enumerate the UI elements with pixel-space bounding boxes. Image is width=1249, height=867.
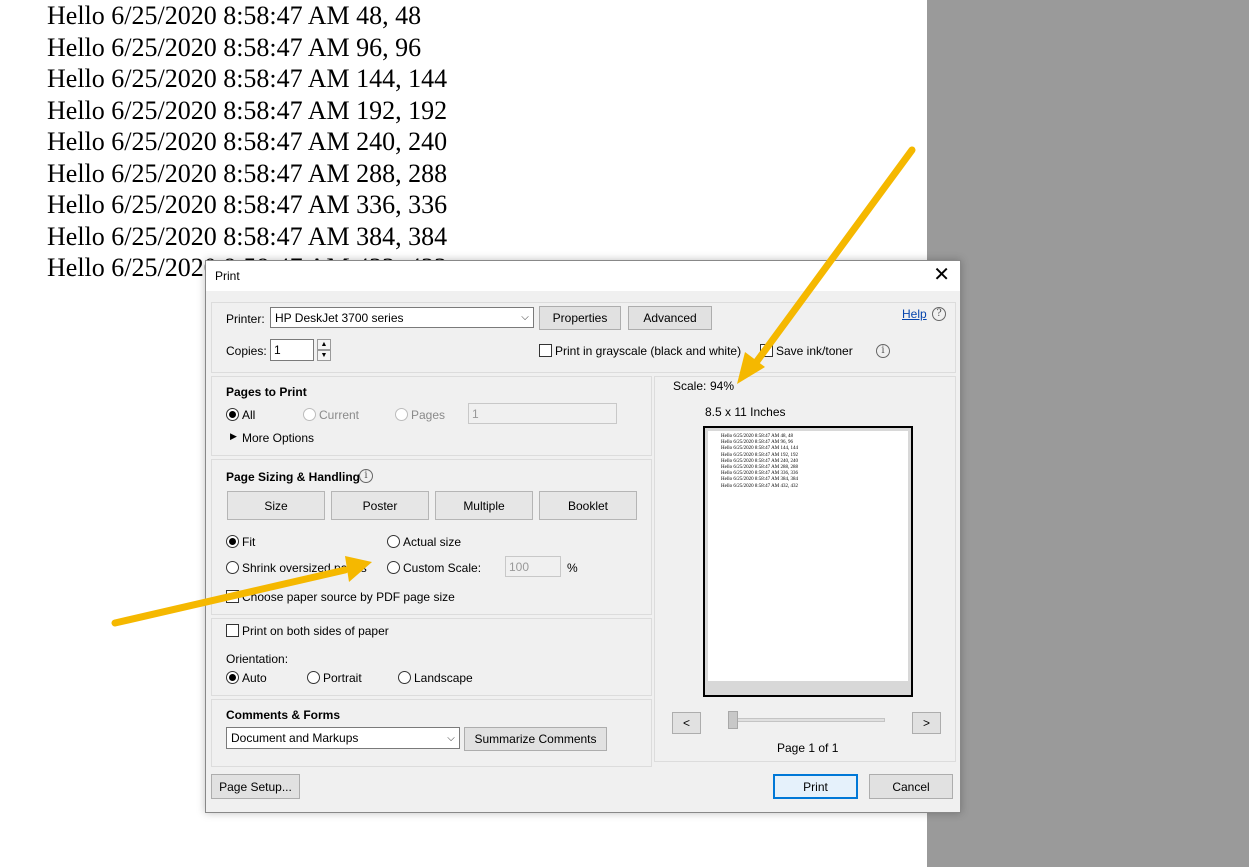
copies-spinner[interactable]: ▲ ▼ bbox=[317, 339, 331, 361]
save-ink-label: Save ink/toner bbox=[776, 344, 853, 358]
help-icon[interactable]: ? bbox=[932, 307, 946, 321]
page-sizing-heading: Page Sizing & Handling bbox=[226, 470, 361, 484]
actual-size-label: Actual size bbox=[403, 535, 462, 549]
orientation-landscape-radio[interactable] bbox=[398, 671, 411, 684]
preview-line: Hello 6/25/2020 8:58:47 AM 192, 192 bbox=[721, 452, 798, 458]
all-pages-radio[interactable] bbox=[226, 408, 239, 421]
save-ink-checkbox[interactable] bbox=[760, 344, 773, 357]
comments-forms-panel: Comments & Forms Document and Markups ⌵ … bbox=[211, 699, 652, 767]
page-indicator: Page 1 of 1 bbox=[777, 741, 839, 755]
two-sided-checkbox[interactable] bbox=[226, 624, 239, 637]
page-slider-track[interactable] bbox=[728, 718, 885, 722]
current-page-label: Current bbox=[319, 408, 360, 422]
pages-to-print-heading: Pages to Print bbox=[226, 385, 307, 399]
page-slider-thumb[interactable] bbox=[728, 711, 738, 729]
fit-radio[interactable] bbox=[226, 535, 239, 548]
pages-range-input[interactable]: 1 bbox=[468, 403, 617, 424]
paper-source-checkbox[interactable] bbox=[226, 590, 239, 603]
current-page-radio[interactable] bbox=[303, 408, 316, 421]
paper-size-label: 8.5 x 11 Inches bbox=[705, 405, 786, 419]
summarize-comments-button[interactable]: Summarize Comments bbox=[464, 727, 607, 751]
pages-range-radio[interactable] bbox=[395, 408, 408, 421]
viewer-background bbox=[927, 0, 1249, 867]
size-tab-button[interactable]: Size bbox=[227, 491, 325, 520]
comments-forms-heading: Comments & Forms bbox=[226, 708, 341, 722]
copies-input[interactable]: 1 bbox=[270, 339, 314, 361]
printer-selected-value: HP DeskJet 3700 series bbox=[275, 310, 404, 325]
pages-range-label: Pages bbox=[411, 408, 446, 422]
preview-content: Hello 6/25/2020 8:58:47 AM 48, 48 Hello … bbox=[721, 434, 798, 490]
preview-panel: Scale: 94% 8.5 x 11 Inches Hello 6/25/20… bbox=[654, 376, 956, 762]
document-line: Hello 6/25/2020 8:58:47 AM 144, 144 bbox=[47, 64, 448, 93]
preview-line: Hello 6/25/2020 8:58:47 AM 144, 144 bbox=[721, 446, 798, 452]
custom-scale-label: Custom Scale: bbox=[403, 561, 482, 575]
advanced-button[interactable]: Advanced bbox=[628, 306, 712, 330]
document-line: Hello 6/25/2020 8:58:47 AM 240, 240 bbox=[47, 127, 448, 156]
document-line: Hello 6/25/2020 8:58:47 AM 48, 48 bbox=[47, 1, 422, 30]
document-line: Hello 6/25/2020 8:58:47 AM 288, 288 bbox=[47, 158, 448, 188]
grayscale-label: Print in grayscale (black and white) bbox=[555, 344, 742, 358]
scale-value: 94% bbox=[710, 379, 735, 393]
all-pages-label: All bbox=[242, 408, 256, 422]
orientation-auto-label: Auto bbox=[242, 671, 267, 685]
preview-line: Hello 6/25/2020 8:58:47 AM 384, 384 bbox=[721, 477, 798, 483]
cancel-button[interactable]: Cancel bbox=[869, 774, 953, 799]
comments-forms-select[interactable]: Document and Markups ⌵ bbox=[226, 727, 460, 749]
paper-source-label: Choose paper source by PDF page size bbox=[242, 590, 455, 604]
fit-label: Fit bbox=[242, 535, 256, 549]
print-button[interactable]: Print bbox=[773, 774, 858, 799]
shrink-oversized-radio[interactable] bbox=[226, 561, 239, 574]
grayscale-checkbox[interactable] bbox=[539, 344, 552, 357]
preview-page: Hello 6/25/2020 8:58:47 AM 48, 48 Hello … bbox=[708, 431, 908, 681]
more-options-link[interactable]: More Options bbox=[242, 431, 314, 445]
actual-size-radio[interactable] bbox=[387, 535, 400, 548]
document-line: Hello 6/25/2020 8:58:47 AM 96, 96 bbox=[47, 32, 422, 62]
custom-scale-radio[interactable] bbox=[387, 561, 400, 574]
previous-page-button[interactable]: < bbox=[672, 712, 701, 734]
info-icon[interactable]: i bbox=[876, 344, 890, 358]
document-content: Hello 6/25/2020 8:58:47 AM 48, 48 Hello … bbox=[47, 0, 447, 284]
preview-line: Hello 6/25/2020 8:58:47 AM 432, 432 bbox=[721, 483, 798, 489]
comments-forms-selected-value: Document and Markups bbox=[231, 731, 359, 745]
spinner-up-icon[interactable]: ▲ bbox=[317, 339, 331, 350]
scale-label: Scale: bbox=[673, 379, 707, 393]
booklet-tab-button[interactable]: Booklet bbox=[539, 491, 637, 520]
expand-triangle-icon[interactable]: ▶ bbox=[230, 431, 237, 442]
copies-label: Copies: bbox=[226, 344, 267, 358]
dialog-titlebar: Print ✕ bbox=[206, 261, 960, 291]
shrink-oversized-label: Shrink oversized pages bbox=[242, 561, 367, 575]
info-icon[interactable]: i bbox=[359, 469, 373, 483]
two-sided-label: Print on both sides of paper bbox=[242, 624, 389, 638]
spinner-down-icon[interactable]: ▼ bbox=[317, 350, 331, 361]
print-dialog: Print ✕ Printer: HP DeskJet 3700 series … bbox=[205, 260, 961, 813]
orientation-portrait-label: Portrait bbox=[323, 671, 362, 685]
properties-button[interactable]: Properties bbox=[539, 306, 621, 330]
orientation-landscape-label: Landscape bbox=[414, 671, 473, 685]
dialog-title: Print bbox=[215, 269, 240, 283]
poster-tab-button[interactable]: Poster bbox=[331, 491, 429, 520]
percent-label: % bbox=[567, 561, 578, 575]
dropdown-arrow-icon: ⌵ bbox=[521, 312, 529, 323]
printer-panel: Printer: HP DeskJet 3700 series ⌵ Proper… bbox=[211, 302, 956, 373]
orientation-portrait-radio[interactable] bbox=[307, 671, 320, 684]
orientation-heading: Orientation: bbox=[226, 652, 289, 666]
help-link[interactable]: Help bbox=[902, 307, 927, 321]
orientation-panel: Print on both sides of paper Orientation… bbox=[211, 618, 652, 696]
next-page-button[interactable]: > bbox=[912, 712, 941, 734]
pages-to-print-panel: Pages to Print All Current Pages 1 ▶ Mor… bbox=[211, 376, 652, 456]
page-preview: Hello 6/25/2020 8:58:47 AM 48, 48 Hello … bbox=[703, 426, 913, 697]
custom-scale-input[interactable]: 100 bbox=[505, 556, 561, 577]
multiple-tab-button[interactable]: Multiple bbox=[435, 491, 533, 520]
document-line: Hello 6/25/2020 8:58:47 AM 336, 336 bbox=[47, 190, 448, 219]
page-sizing-panel: Page Sizing & Handling i Size Poster Mul… bbox=[211, 459, 652, 615]
document-line: Hello 6/25/2020 8:58:47 AM 384, 384 bbox=[47, 221, 448, 251]
close-icon[interactable]: ✕ bbox=[933, 264, 950, 286]
orientation-auto-radio[interactable] bbox=[226, 671, 239, 684]
printer-label: Printer: bbox=[226, 312, 265, 326]
dropdown-arrow-icon: ⌵ bbox=[447, 732, 455, 744]
page-setup-button[interactable]: Page Setup... bbox=[211, 774, 300, 799]
printer-select[interactable]: HP DeskJet 3700 series ⌵ bbox=[270, 307, 534, 328]
document-line: Hello 6/25/2020 8:58:47 AM 192, 192 bbox=[47, 95, 448, 125]
